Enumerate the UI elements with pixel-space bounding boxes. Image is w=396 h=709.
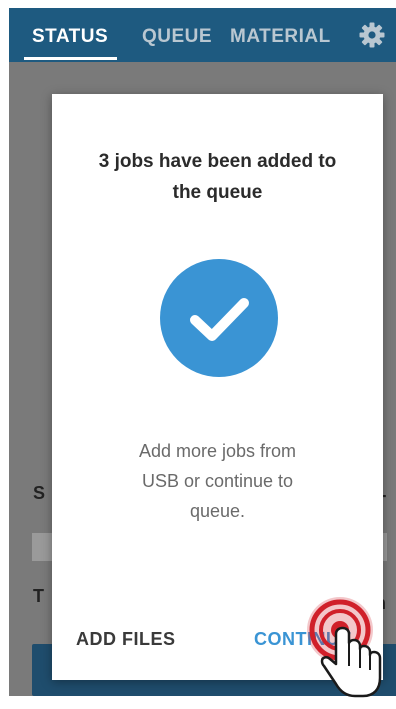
top-nav-bar: STATUS QUEUE MATERIAL: [9, 8, 396, 62]
active-tab-indicator: [24, 57, 117, 60]
background-label-left-2: T: [33, 586, 44, 606]
add-files-button[interactable]: ADD FILES: [76, 629, 176, 650]
dialog-message-line-1: Add more jobs from: [138, 441, 297, 461]
dialog-title-line-2: the queue: [172, 182, 263, 203]
hand-pointer-icon: [300, 596, 396, 704]
tab-queue[interactable]: QUEUE: [142, 8, 212, 62]
gear-icon[interactable]: [359, 22, 385, 48]
tab-status[interactable]: STATUS: [32, 8, 108, 62]
dialog-message-line-2: USB or continue to: [141, 471, 294, 491]
dialog-message-line-3: queue.: [189, 501, 246, 521]
device-screen: STATUS QUEUE MATERIAL S T 3 jobs have be…: [9, 8, 396, 696]
dialog-title: 3 jobs have been added to the queue: [72, 146, 363, 208]
dialog-message: Add more jobs from USB or continue to qu…: [97, 436, 338, 526]
jobs-added-dialog: 3 jobs have been added to the queue Add …: [52, 94, 383, 680]
background-label-left: S: [33, 483, 46, 503]
tab-material[interactable]: MATERIAL: [230, 8, 331, 62]
success-check-icon: [160, 259, 278, 377]
dialog-title-line-1: 3 jobs have been added to: [98, 151, 337, 172]
